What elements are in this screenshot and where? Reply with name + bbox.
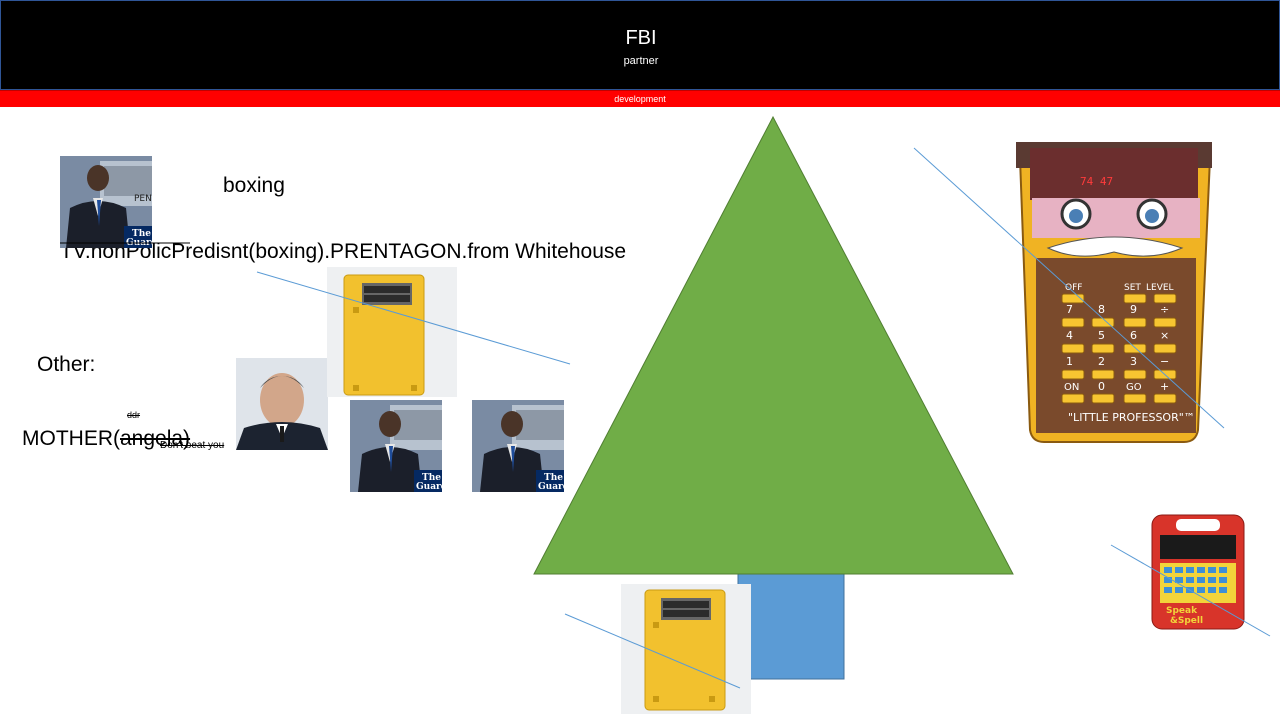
title-header: FBI partner [0, 0, 1280, 90]
battery-photo-1[interactable] [327, 267, 457, 397]
pentagon-photo-2[interactable]: The Guardian [350, 400, 442, 492]
ddr-note[interactable]: ddr [127, 410, 140, 420]
guardian-badge-text-2: Guardian [416, 482, 442, 492]
portrait-photo[interactable] [236, 358, 328, 450]
key-label-off: OFF [1065, 283, 1082, 293]
key-label-plus: + [1160, 380, 1169, 393]
key-label-6: 6 [1130, 329, 1137, 342]
header-subtitle: partner [623, 55, 659, 67]
battery-compartment-icon [644, 589, 726, 711]
tree-triangle[interactable] [533, 115, 1014, 575]
pentagon-sign-text: PENTAGON [134, 194, 152, 204]
key-label-multiply: × [1160, 329, 1169, 342]
key-label-divide: ÷ [1160, 303, 1169, 316]
key-label-3: 3 [1130, 355, 1137, 368]
pentagon-photo-3[interactable]: The Guardian [472, 400, 564, 492]
key-label-go: GO [1126, 382, 1142, 393]
suit-man-icon: PENTAGON The Guardian [60, 156, 152, 248]
other-label[interactable]: Other: [37, 353, 95, 377]
speak-spell-photo[interactable]: Speak &Spell [1150, 513, 1246, 631]
speak-spell-brand-1: Speak [1166, 606, 1198, 616]
key-label-5: 5 [1098, 329, 1105, 342]
suit-man-icon: The Guardian [472, 400, 564, 492]
boxing-label[interactable]: boxing [223, 174, 285, 198]
portrait-man-icon [236, 358, 328, 450]
mother-prefix: MOTHER( [22, 427, 120, 450]
dont-beat-note[interactable]: Don't beat you [160, 440, 224, 451]
key-label-set: SET [1124, 283, 1141, 293]
speak-spell-icon: Speak &Spell [1151, 514, 1245, 630]
battery-photo-2[interactable] [621, 584, 751, 714]
key-label-on: ON [1064, 382, 1079, 393]
header-title: FBI [625, 27, 657, 49]
key-label-level: LEVEL [1146, 283, 1174, 293]
tree-trunk[interactable] [737, 573, 845, 680]
key-label-minus: − [1160, 355, 1169, 368]
banner-label: development [614, 94, 666, 104]
pentagon-photo-1[interactable]: PENTAGON The Guardian [60, 156, 152, 248]
key-label-7: 7 [1066, 303, 1073, 316]
calculator-photo[interactable]: 74 47 OFF SET LEVEL 7 8 9 ÷ 4 5 6 × 1 2 … [950, 140, 1240, 447]
calculator-icon: 74 47 OFF SET LEVEL 7 8 9 ÷ 4 5 6 × 1 2 … [1016, 142, 1212, 443]
key-label-9: 9 [1130, 303, 1137, 316]
calculator-display-text: 74 47 [1080, 175, 1113, 188]
suit-man-icon: The Guardian [350, 400, 442, 492]
calculator-brand-text: "LITTLE PROFESSOR"™ [1068, 411, 1195, 424]
speak-spell-brand-2: &Spell [1170, 616, 1203, 626]
key-label-2: 2 [1098, 355, 1105, 368]
key-label-4: 4 [1066, 329, 1073, 342]
key-label-1: 1 [1066, 355, 1073, 368]
battery-compartment-icon [343, 274, 425, 396]
key-label-0: 0 [1098, 380, 1105, 393]
guardian-badge-text-2: Guardian [538, 482, 564, 492]
development-banner: development [0, 90, 1280, 107]
key-label-8: 8 [1098, 303, 1105, 316]
